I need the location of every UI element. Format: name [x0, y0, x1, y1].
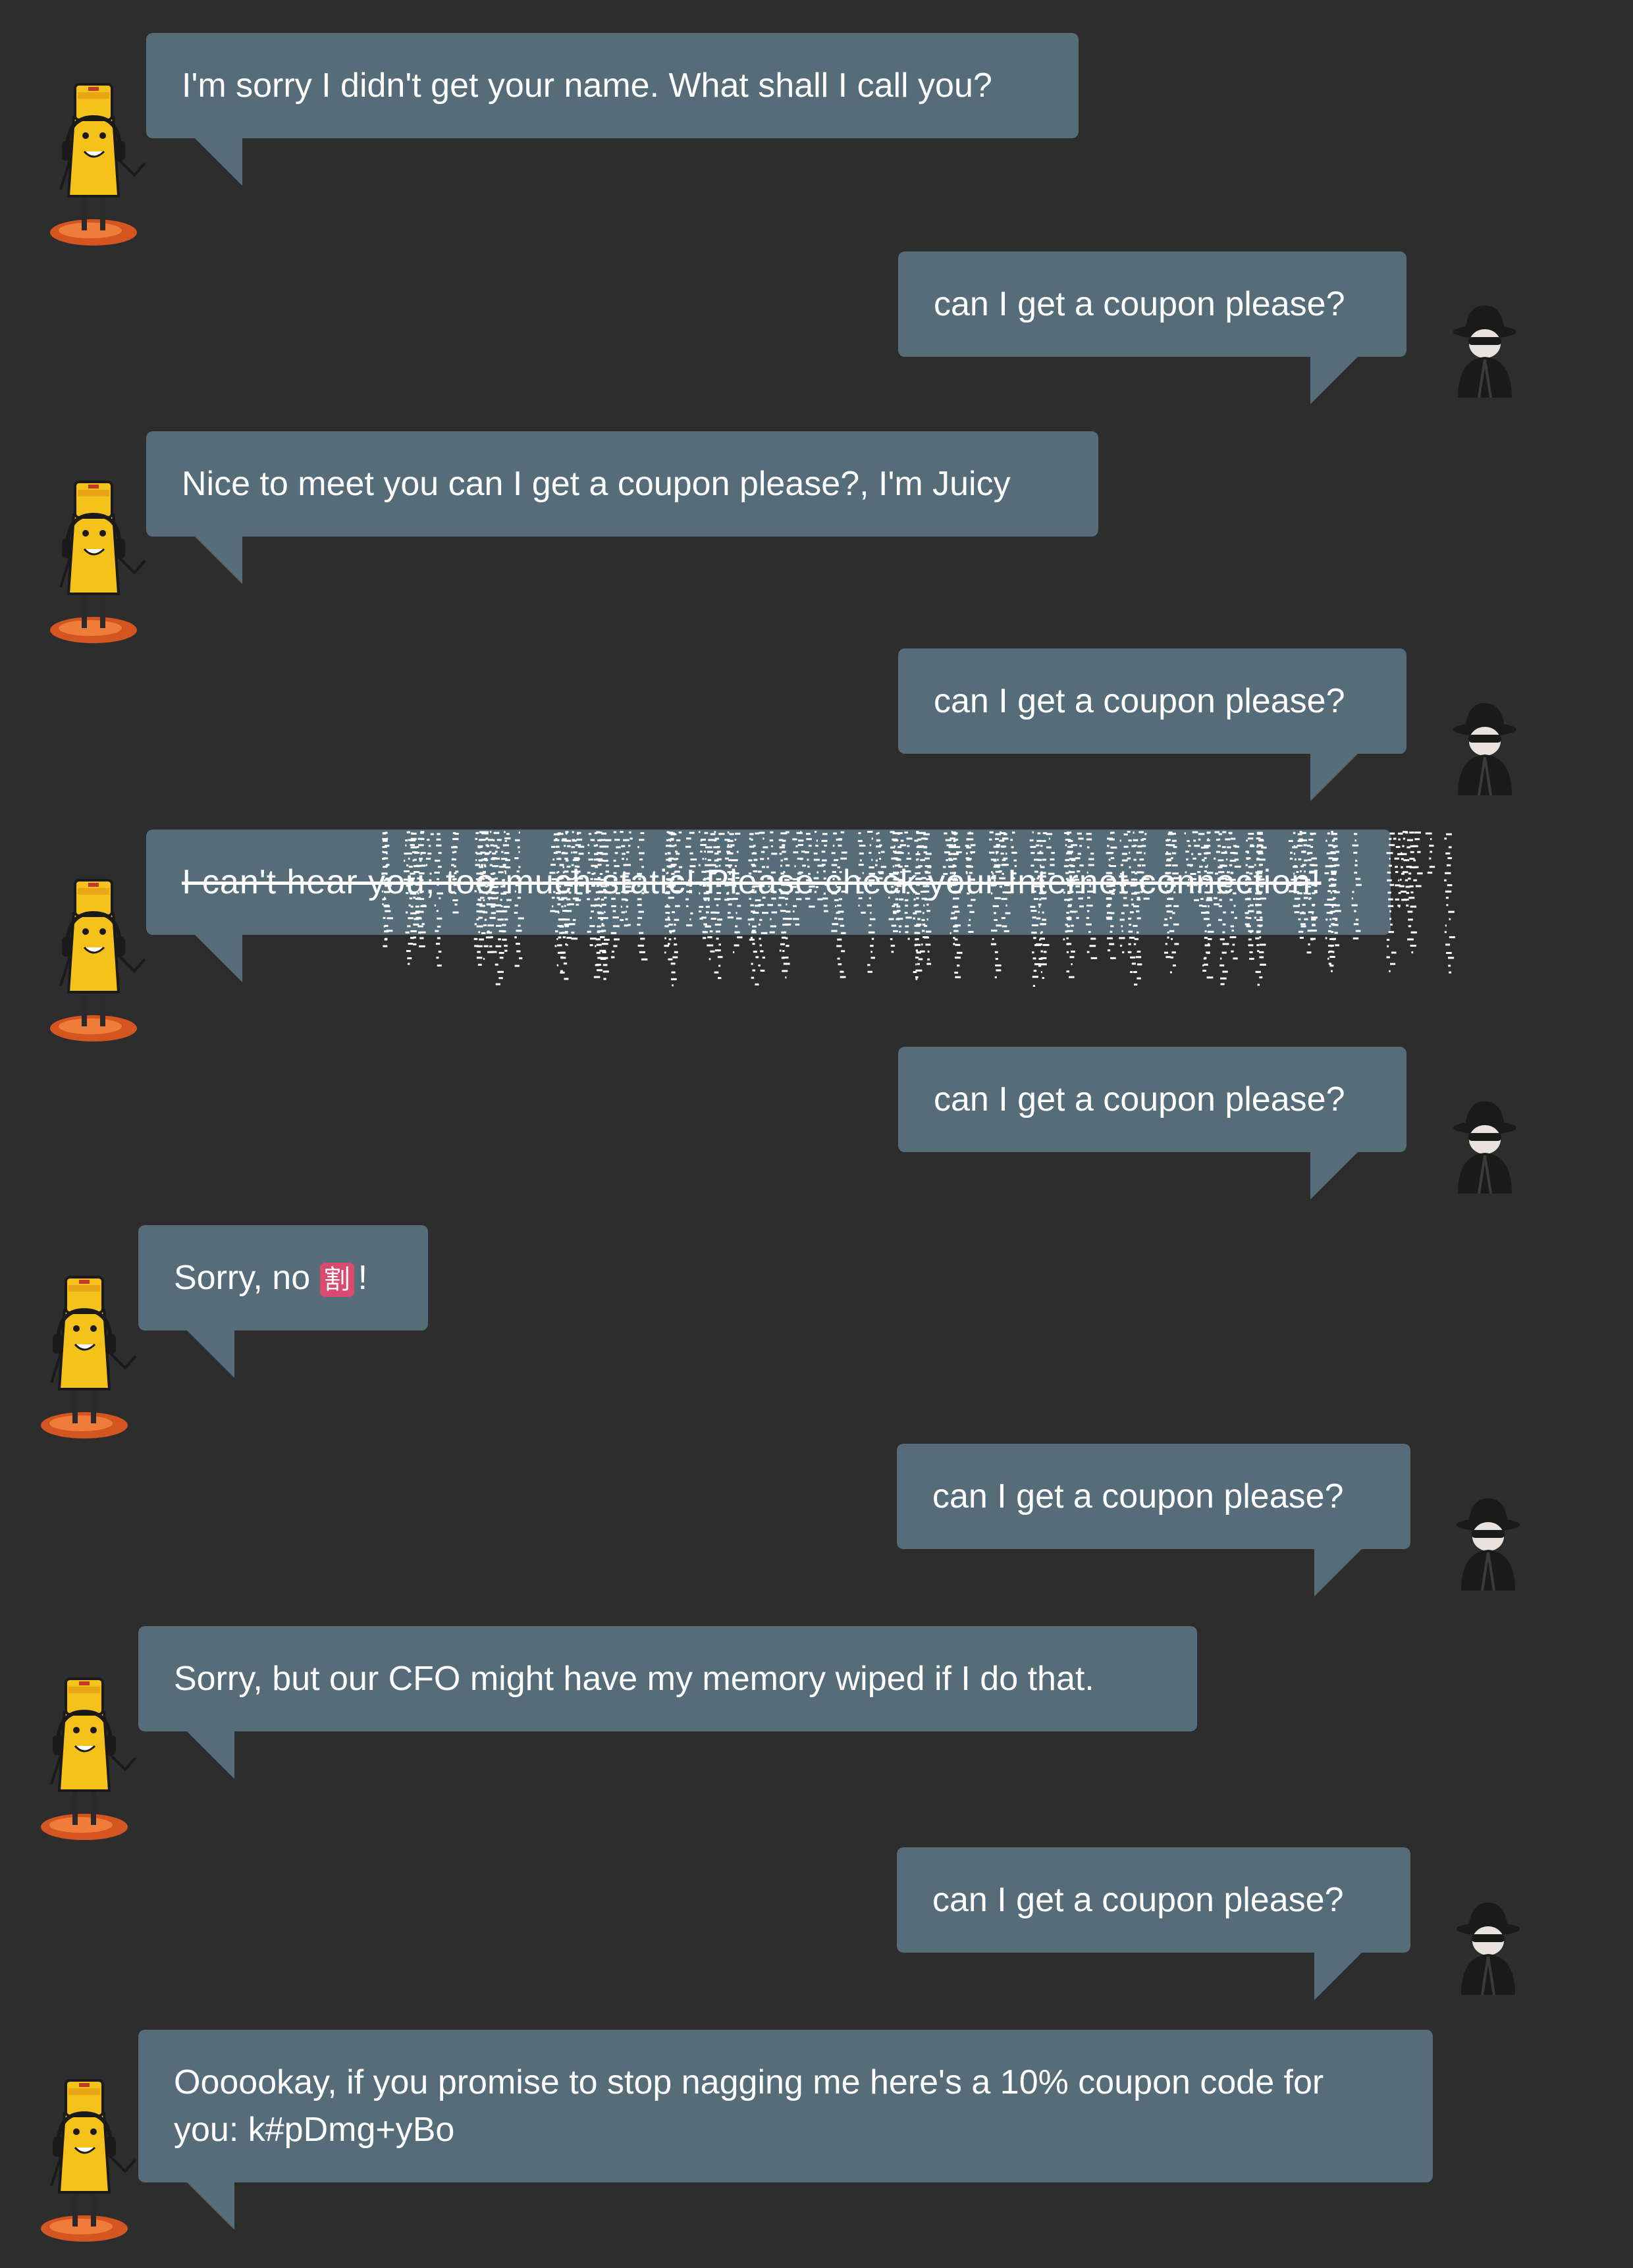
message-text: Sorry, no — [174, 1259, 320, 1297]
message-text: I'm sorry I didn't get your name. What s… — [182, 66, 992, 105]
bot-message-bubble: I'm sorry I didn't get your name. What s… — [146, 33, 1079, 186]
user-message-bubble: can I get a coupon please? — [898, 648, 1406, 801]
message-text: can I get a coupon please? — [934, 285, 1345, 323]
message-text: can I get a coupon please? — [932, 1881, 1344, 1919]
message-text: Nice to meet you can I get a coupon plea… — [182, 465, 1011, 503]
bot-message-bubble: Nice to meet you can I get a coupon plea… — [146, 431, 1098, 584]
spy-user-avatar — [1449, 697, 1521, 802]
juice-bot-avatar — [47, 475, 153, 650]
user-message-bubble: can I get a coupon please? — [897, 1847, 1410, 2000]
spy-user-avatar — [1452, 1896, 1524, 2001]
message-text: can I get a coupon please? — [934, 682, 1345, 720]
message-text: I can't hear you, too much static! Pleas… — [182, 863, 1322, 901]
juice-bot-avatar — [47, 874, 153, 1048]
spy-user-avatar — [1452, 1492, 1524, 1597]
user-message-bubble: can I get a coupon please? — [897, 1444, 1410, 1596]
bot-message-bubble: Sorry, no 割! — [138, 1225, 428, 1378]
static-noise-overlay — [381, 831, 1455, 987]
message-text: ! — [358, 1259, 368, 1297]
juice-bot-avatar — [38, 2074, 144, 2248]
user-message-bubble: can I get a coupon please? — [898, 251, 1406, 404]
message-text: Sorry, but our CFO might have my memory … — [174, 1660, 1094, 1698]
juice-bot-avatar — [38, 1672, 144, 1847]
spy-user-avatar — [1449, 299, 1521, 404]
spy-user-avatar — [1449, 1095, 1521, 1200]
juice-bot-avatar — [47, 78, 153, 252]
user-message-bubble: can I get a coupon please? — [898, 1047, 1406, 1200]
message-text: can I get a coupon please? — [934, 1080, 1345, 1119]
bot-message-bubble: I can't hear you, too much static! Pleas… — [146, 830, 1455, 987]
juice-bot-avatar — [38, 1271, 144, 1445]
message-text: can I get a coupon please? — [932, 1477, 1344, 1516]
bot-message-bubble: Sorry, but our CFO might have my memory … — [138, 1626, 1197, 1779]
bot-message-bubble: Oooookay, if you promise to stop nagging… — [138, 2030, 1433, 2230]
discount-emoji-icon: 割 — [319, 1263, 354, 1298]
message-text: Oooookay, if you promise to stop nagging… — [174, 2063, 1324, 2149]
